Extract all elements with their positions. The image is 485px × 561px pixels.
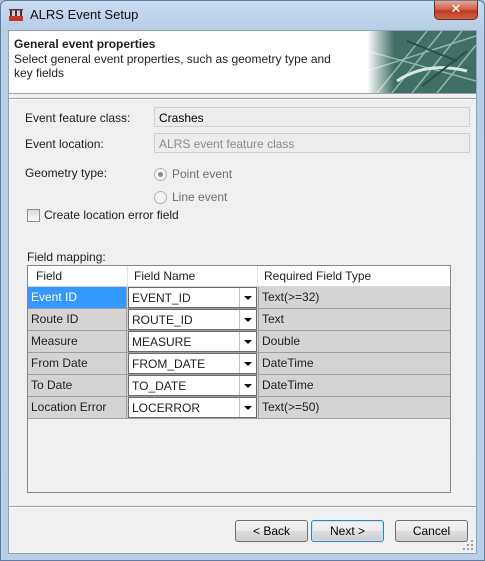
field-name-value: FROM_DATE — [132, 357, 206, 371]
required-type-cell: Text — [258, 309, 450, 330]
required-type-cell: DateTime — [258, 375, 450, 396]
line-event-label[interactable]: Line event — [172, 190, 227, 204]
field-cell[interactable]: Route ID — [28, 309, 127, 330]
field-name-value: EVENT_ID — [132, 291, 191, 305]
table-row[interactable]: To Date TO_DATE DateTime — [28, 375, 450, 397]
page-subtitle: Select general event properties, such as… — [14, 52, 331, 80]
header-divider — [9, 98, 476, 100]
chevron-down-icon[interactable] — [239, 376, 256, 395]
field-name-dropdown[interactable]: TO_DATE — [128, 375, 257, 396]
column-divider[interactable] — [127, 266, 128, 286]
next-button[interactable]: Next > — [311, 520, 384, 542]
event-feature-class-field[interactable]: Crashes — [154, 107, 470, 127]
cancel-button[interactable]: Cancel — [395, 520, 468, 542]
field-mapping-grid[interactable]: Field Field Name Required Field Type Eve… — [27, 265, 451, 493]
close-button[interactable]: ✕ — [434, 1, 478, 20]
required-type-cell: Text(>=50) — [258, 397, 450, 418]
required-type-cell: Text(>=32) — [258, 287, 450, 308]
title-bar[interactable]: ALRS Event Setup ✕ — [1, 1, 484, 29]
column-header-field-name[interactable]: Field Name — [134, 269, 195, 283]
resize-grip-icon[interactable] — [462, 539, 474, 551]
map-banner-image — [367, 31, 476, 93]
required-type-cell: DateTime — [258, 353, 450, 374]
chevron-down-icon[interactable] — [239, 332, 256, 351]
geometry-type-label: Geometry type: — [25, 166, 108, 180]
column-header-required-type[interactable]: Required Field Type — [264, 269, 371, 283]
dialog-client: General event properties Select general … — [8, 30, 477, 554]
chevron-down-icon[interactable] — [239, 398, 256, 417]
field-name-dropdown[interactable]: LOCERROR — [128, 397, 257, 418]
chevron-down-icon[interactable] — [239, 310, 256, 329]
point-event-label[interactable]: Point event — [172, 167, 232, 181]
chevron-down-icon[interactable] — [239, 288, 256, 307]
field-name-dropdown[interactable]: MEASURE — [128, 331, 257, 352]
field-cell[interactable]: Measure — [28, 331, 127, 352]
field-name-value: LOCERROR — [132, 401, 201, 415]
field-name-value: TO_DATE — [132, 379, 187, 393]
table-row[interactable]: Route ID ROUTE_ID Text — [28, 309, 450, 331]
table-row[interactable]: Event ID EVENT_ID Text(>=32) — [28, 287, 450, 309]
field-name-dropdown[interactable]: FROM_DATE — [128, 353, 257, 374]
event-location-field[interactable]: ALRS event feature class — [154, 133, 470, 153]
field-cell[interactable]: To Date — [28, 375, 127, 396]
field-name-value: ROUTE_ID — [132, 313, 193, 327]
close-icon: ✕ — [450, 2, 462, 17]
field-name-dropdown[interactable]: ROUTE_ID — [128, 309, 257, 330]
grid-header: Field Field Name Required Field Type — [28, 266, 450, 287]
field-cell[interactable]: From Date — [28, 353, 127, 374]
back-button[interactable]: < Back — [235, 520, 308, 542]
column-divider[interactable] — [257, 266, 258, 286]
dialog-window: ALRS Event Setup ✕ General event propert… — [0, 0, 485, 561]
point-event-radio[interactable] — [154, 168, 167, 181]
field-mapping-label: Field mapping: — [27, 250, 106, 264]
column-header-field[interactable]: Field — [36, 269, 62, 283]
alrs-app-icon — [9, 9, 23, 21]
window-title: ALRS Event Setup — [30, 7, 139, 22]
field-name-dropdown[interactable]: EVENT_ID — [128, 287, 257, 308]
field-cell[interactable]: Location Error — [28, 397, 127, 418]
wizard-header: General event properties Select general … — [9, 31, 476, 94]
create-location-error-label[interactable]: Create location error field — [44, 208, 179, 222]
page-title: General event properties — [14, 37, 156, 51]
table-row[interactable]: From Date FROM_DATE DateTime — [28, 353, 450, 375]
footer-divider — [9, 506, 476, 508]
event-location-label: Event location: — [25, 137, 104, 151]
create-location-error-checkbox[interactable] — [27, 209, 40, 222]
chevron-down-icon[interactable] — [239, 354, 256, 373]
table-row[interactable]: Measure MEASURE Double — [28, 331, 450, 353]
line-event-radio[interactable] — [154, 191, 167, 204]
field-cell[interactable]: Event ID — [28, 287, 127, 308]
field-name-value: MEASURE — [132, 335, 192, 349]
event-feature-class-label: Event feature class: — [25, 111, 131, 125]
table-row[interactable]: Location Error LOCERROR Text(>=50) — [28, 397, 450, 419]
required-type-cell: Double — [258, 331, 450, 352]
